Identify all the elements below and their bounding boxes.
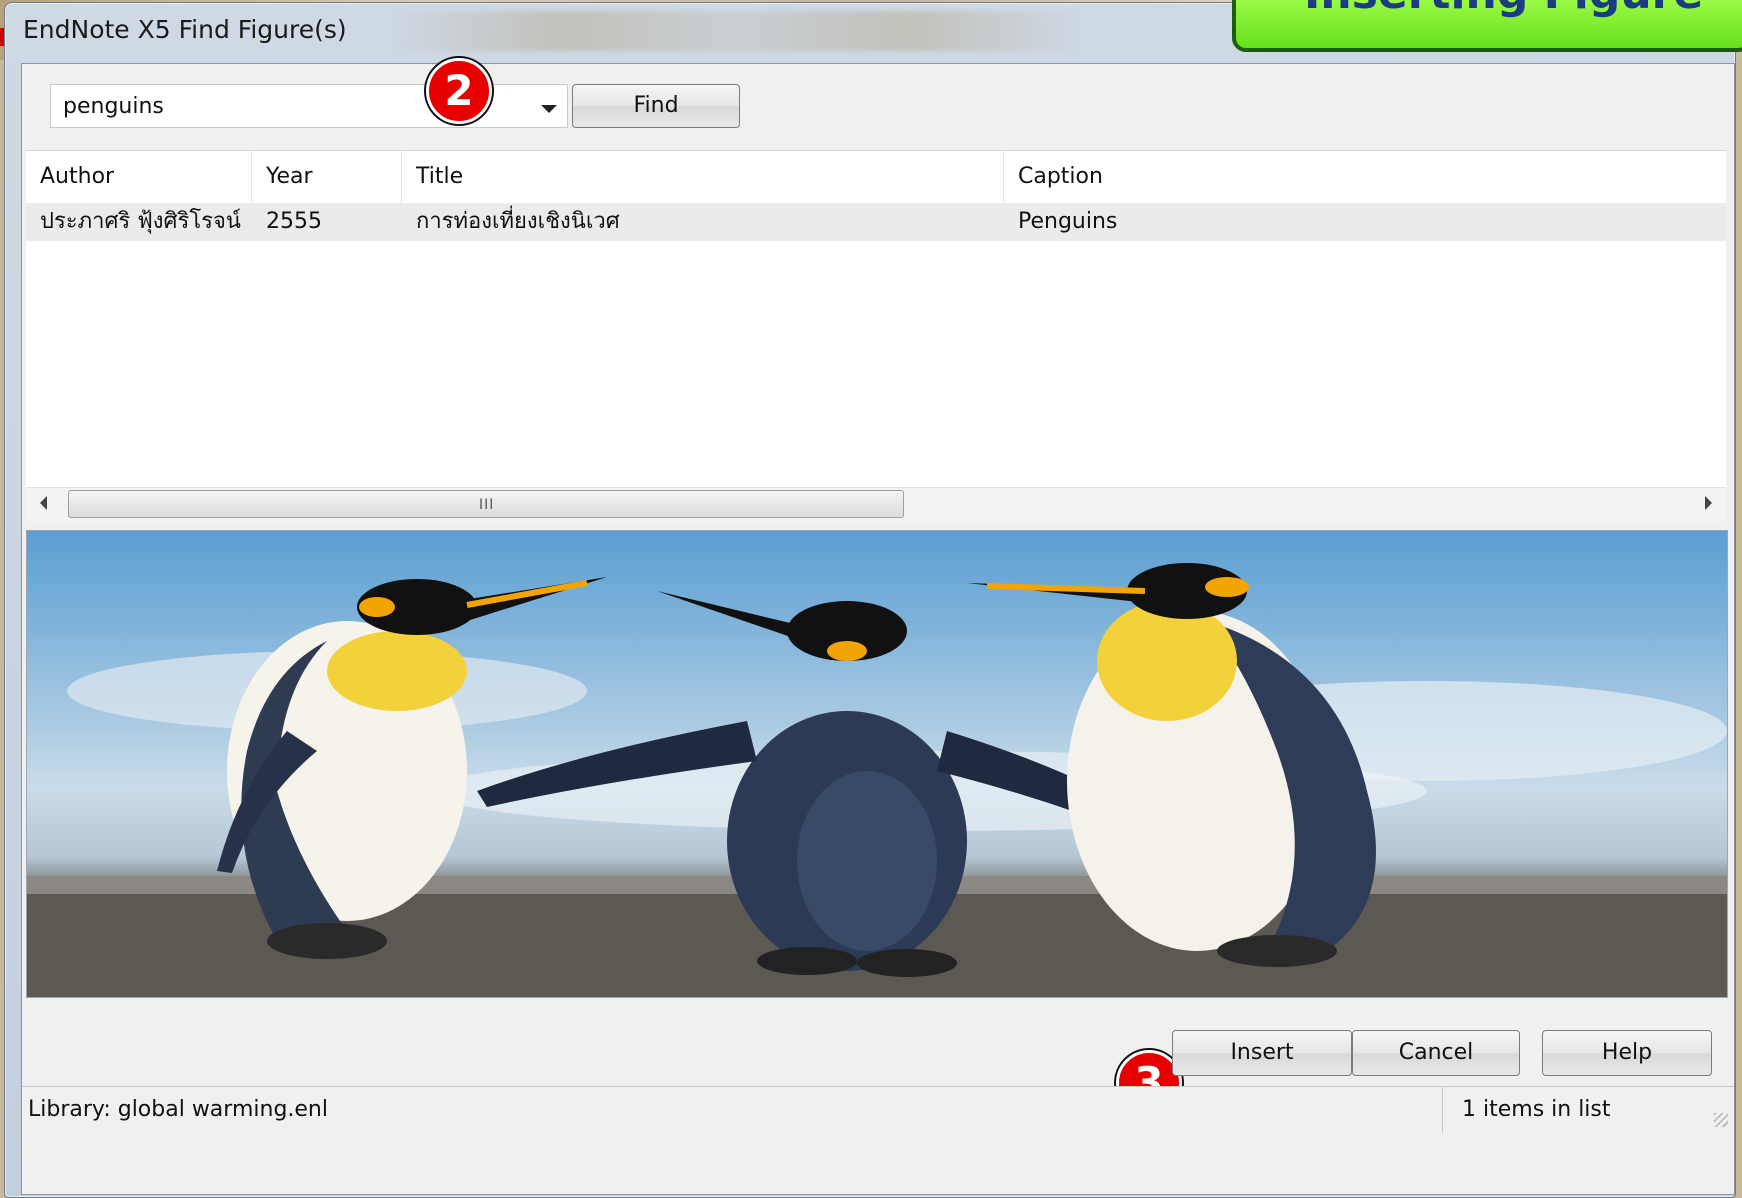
cell-author: ประภาศริ ฟุ้งศิริโรจน์ [40, 209, 241, 234]
dialog-client-area: penguins Find 2 Author Year Title Captio… [21, 58, 1735, 1195]
list-header: Author Year Title Caption [26, 151, 1726, 204]
cancel-button[interactable]: Cancel [1352, 1030, 1520, 1076]
find-figures-dialog: EndNote X5 Find Figure(s) penguins Find … [4, 2, 1736, 1198]
scroll-grip: III [479, 497, 495, 513]
step-2-marker: 2 [426, 58, 492, 124]
cell-title: การท่องเที่ยงเชิงนิเวศ [416, 209, 620, 234]
titlebar-blur [385, 11, 1085, 51]
results-list[interactable]: Author Year Title Caption ประภาศริ ฟุ้งศ… [26, 150, 1726, 522]
table-row[interactable]: ประภาศริ ฟุ้งศิริโรจน์ 2555 การท่องเที่ย… [26, 203, 1726, 241]
search-toolbar: penguins Find 2 [22, 58, 1734, 148]
insert-button[interactable]: Insert [1172, 1030, 1352, 1076]
figure-preview [26, 530, 1728, 998]
item-count: 1 items in list [1462, 1097, 1611, 1122]
chevron-down-icon[interactable] [541, 105, 557, 113]
window-title: EndNote X5 Find Figure(s) [23, 15, 347, 44]
scrollbar-thumb[interactable]: III [68, 490, 904, 518]
help-button[interactable]: Help [1542, 1030, 1712, 1076]
status-bar: Library: global warming.enl 1 items in l… [22, 1086, 1734, 1133]
column-header-caption[interactable]: Caption [1004, 151, 1726, 203]
scroll-right-icon[interactable] [1705, 496, 1712, 510]
cell-caption: Penguins [1018, 209, 1118, 234]
column-header-author[interactable]: Author [26, 151, 252, 203]
search-input[interactable]: penguins [63, 94, 164, 119]
library-status: Library: global warming.enl [28, 1097, 328, 1122]
find-button[interactable]: Find [572, 84, 740, 128]
horizontal-scrollbar[interactable]: III [26, 487, 1726, 522]
column-header-year[interactable]: Year [252, 151, 402, 203]
scroll-left-icon[interactable] [40, 496, 47, 510]
resize-grip-icon[interactable] [1714, 1113, 1728, 1127]
banner-text: Inserting Figure [1304, 0, 1703, 19]
step-banner: Inserting Figure [1232, 0, 1742, 52]
penguins-image [27, 563, 1727, 997]
column-header-title[interactable]: Title [402, 151, 1004, 203]
status-divider [1442, 1087, 1443, 1133]
cell-year: 2555 [266, 209, 322, 234]
